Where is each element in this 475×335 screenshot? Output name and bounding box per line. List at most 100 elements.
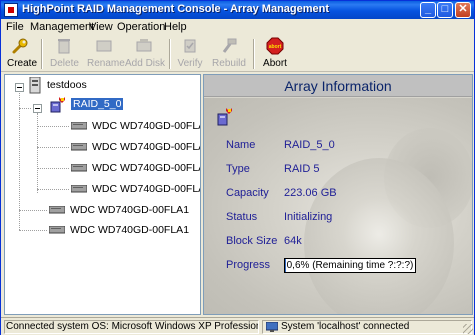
- tree-root-label: testdoos: [47, 79, 87, 91]
- status-connection-label: System 'localhost' connected: [281, 321, 410, 332]
- status-label: Status: [226, 211, 258, 223]
- tree-node-array-disk[interactable]: WDC WD740GD-00FLA1: [71, 182, 201, 198]
- tree-connector: [37, 168, 69, 169]
- tree-expander[interactable]: [33, 104, 42, 113]
- delete-button[interactable]: Delete: [50, 37, 79, 71]
- delete-label: Delete: [50, 58, 79, 69]
- rebuild-label: Rebuild: [212, 58, 246, 69]
- progress-bar: 0,6% (Remaining time ?:?:?): [284, 258, 416, 273]
- disk-artwork: [304, 158, 454, 314]
- status-value: Initializing: [284, 211, 333, 223]
- tree-array-label: RAID_5_0: [71, 98, 124, 110]
- menu-file[interactable]: File: [6, 21, 24, 33]
- hard-disk-icon: [71, 164, 87, 172]
- name-label: Name: [226, 139, 256, 151]
- toolbar: Create Delete Rename Add Disk Verify Reb…: [1, 36, 474, 72]
- block-size-label: Block Size: [226, 235, 278, 247]
- tree-connector: [37, 189, 69, 190]
- capacity-value: 223.06 GB: [284, 187, 337, 199]
- rebuild-button[interactable]: Rebuild: [212, 37, 246, 71]
- tree-node-root[interactable]: testdoos: [29, 77, 179, 95]
- create-button[interactable]: Create: [7, 37, 38, 71]
- verify-label: Verify: [177, 58, 203, 69]
- window-title: HighPoint RAID Management Console - Arra…: [22, 3, 330, 15]
- title-bar[interactable]: HighPoint RAID Management Console - Arra…: [1, 1, 474, 19]
- trash-icon: [58, 39, 70, 54]
- hard-disk-icon: [49, 226, 65, 234]
- tree-connector: [19, 108, 31, 109]
- disk-rename-icon: [96, 40, 112, 52]
- capacity-label: Capacity: [226, 187, 269, 199]
- tree-disk-label: WDC WD740GD-00FLA1: [92, 183, 201, 195]
- status-connection: System 'localhost' connected: [262, 320, 472, 334]
- type-label: Type: [226, 163, 250, 175]
- tree-disk-label: WDC WD740GD-00FLA1: [92, 141, 201, 153]
- verify-icon: [184, 39, 196, 53]
- toolbar-separator: [169, 39, 171, 69]
- device-tree[interactable]: testdoos RAID_5_0 WDC WD740GD-00FLA1 WDC…: [4, 74, 201, 315]
- info-background: Name RAID_5_0 Type RAID 5 Capacity 223.0…: [204, 98, 472, 314]
- tree-node-array-disk[interactable]: WDC WD740GD-00FLA1: [71, 140, 201, 156]
- raid-array-icon: [217, 108, 232, 126]
- menu-help[interactable]: Help: [164, 21, 187, 33]
- progress-fill: [285, 259, 286, 272]
- tree-connector: [19, 230, 47, 231]
- array-info-panel: Array Information Name RAID_5_0 Type RAI…: [203, 74, 473, 315]
- name-value: RAID_5_0: [284, 139, 335, 151]
- status-os: Connected system OS: Microsoft Windows X…: [4, 320, 259, 334]
- rebuild-icon: [222, 38, 237, 53]
- add-disk-button[interactable]: Add Disk: [125, 37, 166, 71]
- tree-disk-label: WDC WD740GD-00FLA1: [92, 162, 201, 174]
- menu-management[interactable]: Management: [30, 21, 94, 33]
- status-bar: Connected system OS: Microsoft Windows X…: [1, 317, 474, 335]
- hard-disk-icon: [49, 206, 65, 214]
- create-label: Create: [7, 58, 38, 69]
- tree-connector: [37, 126, 69, 127]
- tree-connector: [37, 147, 69, 148]
- hard-disk-icon: [71, 143, 87, 151]
- raid-array-icon: [50, 97, 65, 113]
- abort-label: Abort: [263, 58, 287, 69]
- tree-connector: [37, 113, 38, 193]
- main-window: HighPoint RAID Management Console - Arra…: [0, 0, 475, 335]
- close-button[interactable]: ✕: [455, 2, 471, 18]
- progress-label: Progress: [226, 259, 271, 271]
- rename-label: Rename: [87, 58, 125, 69]
- menu-view[interactable]: View: [89, 21, 113, 33]
- tree-node-array[interactable]: RAID_5_0: [49, 97, 199, 115]
- minimize-button[interactable]: _: [420, 2, 436, 18]
- abort-icon: abort: [266, 37, 284, 55]
- tree-connector: [19, 90, 20, 230]
- rename-button[interactable]: Rename: [87, 37, 125, 71]
- tree-disk-label: WDC WD740GD-00FLA1: [92, 120, 201, 132]
- menu-operation[interactable]: Operation: [117, 21, 165, 33]
- tree-disk-label: WDC WD740GD-00FLA1: [70, 204, 190, 216]
- toolbar-separator: [41, 39, 43, 69]
- tree-expander[interactable]: [15, 83, 24, 92]
- toolbar-separator: [253, 39, 255, 69]
- abort-button[interactable]: abort Abort: [261, 37, 289, 71]
- block-size-value: 64k: [284, 235, 302, 247]
- tree-node-array-disk[interactable]: WDC WD740GD-00FLA1: [71, 161, 201, 177]
- add-disk-icon: [136, 39, 152, 52]
- verify-button[interactable]: Verify: [177, 37, 203, 71]
- server-icon: [29, 77, 41, 94]
- maximize-button[interactable]: □: [437, 2, 453, 18]
- tree-node-disk[interactable]: WDC WD740GD-00FLA1: [49, 203, 199, 219]
- resize-grip[interactable]: [463, 324, 473, 334]
- tree-connector: [19, 210, 47, 211]
- array-info-header: Array Information: [204, 75, 472, 97]
- monitor-icon: [266, 322, 278, 332]
- tree-node-array-disk[interactable]: WDC WD740GD-00FLA1: [71, 119, 201, 135]
- type-value: RAID 5: [284, 163, 320, 175]
- app-icon: [4, 3, 18, 17]
- progress-text: 0,6% (Remaining time ?:?:?): [286, 260, 414, 271]
- hard-disk-icon: [71, 185, 87, 193]
- tree-disk-label: WDC WD740GD-00FLA1: [70, 224, 190, 236]
- hard-disk-icon: [71, 122, 87, 130]
- wrench-icon: [12, 38, 28, 54]
- abort-icon-text: abort: [269, 44, 282, 50]
- menu-bar: File Management View Operation Help: [1, 19, 474, 36]
- add-disk-label: Add Disk: [125, 58, 166, 69]
- tree-node-disk[interactable]: WDC WD740GD-00FLA1: [49, 223, 199, 239]
